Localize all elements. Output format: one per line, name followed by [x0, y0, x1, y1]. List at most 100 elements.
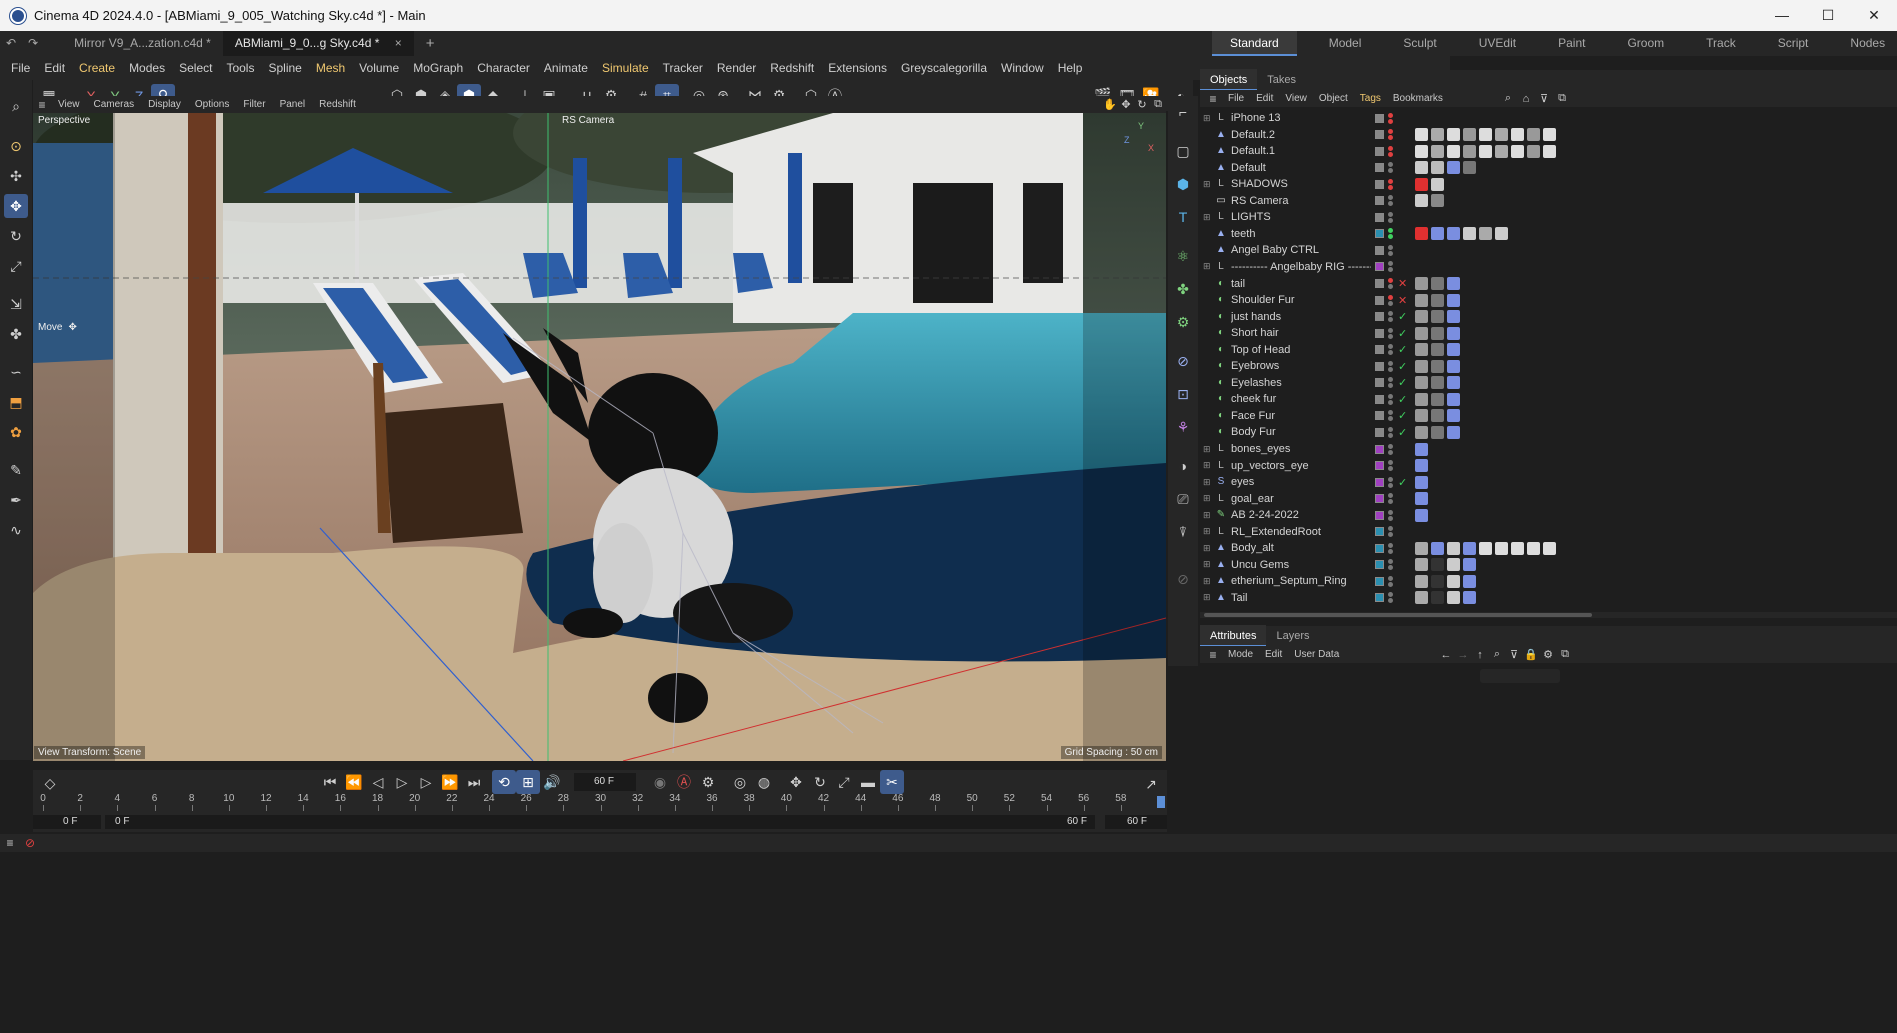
visibility-dots[interactable] — [1388, 459, 1393, 472]
layout-tab-track[interactable]: Track — [1688, 31, 1754, 56]
hair-icon[interactable]: ⚘ — [1171, 415, 1195, 439]
tag-icon[interactable] — [1479, 227, 1492, 241]
tag-icon[interactable] — [1415, 508, 1428, 522]
object-name[interactable]: teeth — [1231, 228, 1371, 240]
tag-icon[interactable] — [1447, 359, 1460, 373]
layer-color-swatch[interactable] — [1375, 527, 1384, 537]
tag-icon[interactable] — [1495, 227, 1508, 241]
layout-tab-paint[interactable]: Paint — [1540, 31, 1603, 56]
layout-tab-script[interactable]: Script — [1760, 31, 1827, 56]
viewport-menu-filter[interactable]: Filter — [236, 99, 272, 110]
attributes-field[interactable] — [1480, 669, 1560, 683]
tag-icon[interactable] — [1463, 591, 1476, 605]
tag-icon[interactable] — [1447, 326, 1460, 340]
layer-color-swatch[interactable] — [1375, 361, 1384, 371]
tag-icon[interactable] — [1511, 541, 1524, 555]
expand-toggle-icon[interactable]: ⊞ — [1203, 477, 1213, 488]
objects-menu-view[interactable]: View — [1279, 93, 1313, 104]
objects-menu-icon[interactable]: ≡ — [1204, 91, 1222, 107]
expand-toggle-icon[interactable]: ⊞ — [1203, 526, 1213, 537]
object-name[interactable]: eyes — [1231, 476, 1371, 488]
menu-animate[interactable]: Animate — [537, 61, 595, 75]
end-frame-field[interactable]: 60 F — [1105, 815, 1167, 829]
layout-tab-model[interactable]: Model — [1311, 31, 1380, 56]
tag-icon[interactable] — [1447, 376, 1460, 390]
menu-mesh[interactable]: Mesh — [309, 61, 352, 75]
transform-tool-icon[interactable]: ⇲ — [4, 292, 28, 316]
object-name[interactable]: Short hair — [1231, 327, 1371, 339]
tag-icon[interactable] — [1463, 144, 1476, 158]
visibility-dots[interactable] — [1388, 244, 1393, 257]
menu-file[interactable]: File — [4, 61, 37, 75]
undo-icon[interactable]: ↶ — [0, 31, 22, 56]
expand-toggle-icon[interactable]: ⊞ — [1203, 592, 1213, 603]
visibility-dots[interactable] — [1388, 211, 1393, 224]
layer-color-swatch[interactable] — [1375, 146, 1384, 156]
menu-window[interactable]: Window — [994, 61, 1051, 75]
tag-icon[interactable] — [1415, 277, 1428, 290]
redo-icon[interactable]: ↷ — [22, 31, 44, 56]
object-name[interactable]: bones_eyes — [1231, 443, 1371, 455]
visibility-dots[interactable] — [1388, 575, 1393, 588]
tag-icon[interactable] — [1415, 459, 1428, 473]
tag-icon[interactable] — [1495, 541, 1508, 555]
menu-extensions[interactable]: Extensions — [821, 61, 894, 75]
layer-color-swatch[interactable] — [1375, 543, 1384, 553]
tag-icon[interactable] — [1415, 128, 1428, 142]
tag-icon[interactable] — [1463, 227, 1476, 241]
close-tab-icon[interactable]: × — [395, 36, 402, 50]
object-row[interactable]: ◐ tail ✕ — [1203, 276, 1563, 292]
light-object-icon[interactable]: ⍒ — [1171, 520, 1195, 544]
tag-icon[interactable] — [1511, 128, 1524, 142]
visibility-dots[interactable] — [1388, 227, 1393, 240]
layer-color-swatch[interactable] — [1375, 196, 1384, 206]
attr-settings-icon[interactable]: ⚙ — [1540, 647, 1556, 663]
enabled-check-icon[interactable]: ✓ — [1398, 360, 1407, 373]
placement-tool-icon[interactable]: ✤ — [4, 322, 28, 346]
visibility-dots[interactable] — [1388, 343, 1393, 356]
camera-object-icon[interactable]: ⎚ — [1171, 487, 1195, 511]
object-row[interactable]: ▲ Default.1 — [1203, 143, 1563, 159]
object-name[interactable]: Uncu Gems — [1231, 559, 1371, 571]
text-spline-icon[interactable]: T — [1171, 205, 1195, 229]
layer-color-swatch[interactable] — [1375, 130, 1384, 140]
objects-menu-edit[interactable]: Edit — [1250, 93, 1279, 104]
object-row[interactable]: ▲ Default — [1203, 160, 1563, 176]
document-tab[interactable]: Mirror V9_A...zation.c4d * — [62, 31, 223, 56]
tag-icon[interactable] — [1431, 541, 1444, 555]
selection-tools-icon[interactable]: ✣ — [4, 164, 28, 188]
playhead[interactable] — [1157, 796, 1165, 808]
enabled-check-icon[interactable]: ✓ — [1398, 409, 1407, 422]
document-tab-active[interactable]: ABMiami_9_0...g Sky.c4d * × — [222, 31, 414, 56]
visibility-dots[interactable] — [1388, 591, 1393, 604]
attr-search-icon[interactable]: ⌕ — [1489, 647, 1505, 663]
viewport-menu-display[interactable]: Display — [141, 99, 188, 110]
tag-icon[interactable] — [1415, 475, 1428, 489]
menu-mograph[interactable]: MoGraph — [406, 61, 470, 75]
layer-color-swatch[interactable] — [1375, 179, 1384, 189]
tab-objects[interactable]: Objects — [1200, 69, 1258, 91]
objects-filter-icon[interactable]: ⊽ — [1536, 91, 1552, 107]
move-tool-icon[interactable]: ✥ — [4, 194, 28, 218]
tag-icon[interactable] — [1447, 574, 1460, 588]
cube-wireframe-icon[interactable]: ▢ — [1171, 139, 1195, 163]
tag-icon[interactable] — [1479, 144, 1492, 158]
expand-toggle-icon[interactable]: ⊞ — [1203, 113, 1213, 124]
tag-icon[interactable] — [1415, 343, 1428, 357]
tab-attributes[interactable]: Attributes — [1200, 625, 1267, 647]
viewport-menu-redshift[interactable]: Redshift — [312, 99, 363, 110]
viewport-maximize-icon[interactable]: ⧉ — [1150, 97, 1166, 113]
tag-icon[interactable] — [1479, 128, 1492, 142]
tag-icon[interactable] — [1447, 227, 1460, 241]
layer-color-swatch[interactable] — [1375, 427, 1384, 437]
visibility-dots[interactable] — [1388, 327, 1393, 340]
tag-icon[interactable] — [1431, 376, 1444, 390]
tag-icon[interactable] — [1431, 392, 1444, 406]
object-row[interactable]: ◐ Short hair ✓ — [1203, 325, 1563, 341]
layer-color-swatch[interactable] — [1375, 444, 1384, 454]
viewport-rotate-icon[interactable]: ↻ — [1134, 97, 1150, 113]
visibility-dots[interactable] — [1388, 443, 1393, 456]
tag-icon[interactable] — [1431, 144, 1444, 158]
object-row[interactable]: ⊞ L RL_ExtendedRoot — [1203, 524, 1563, 540]
layer-color-swatch[interactable] — [1375, 576, 1384, 586]
